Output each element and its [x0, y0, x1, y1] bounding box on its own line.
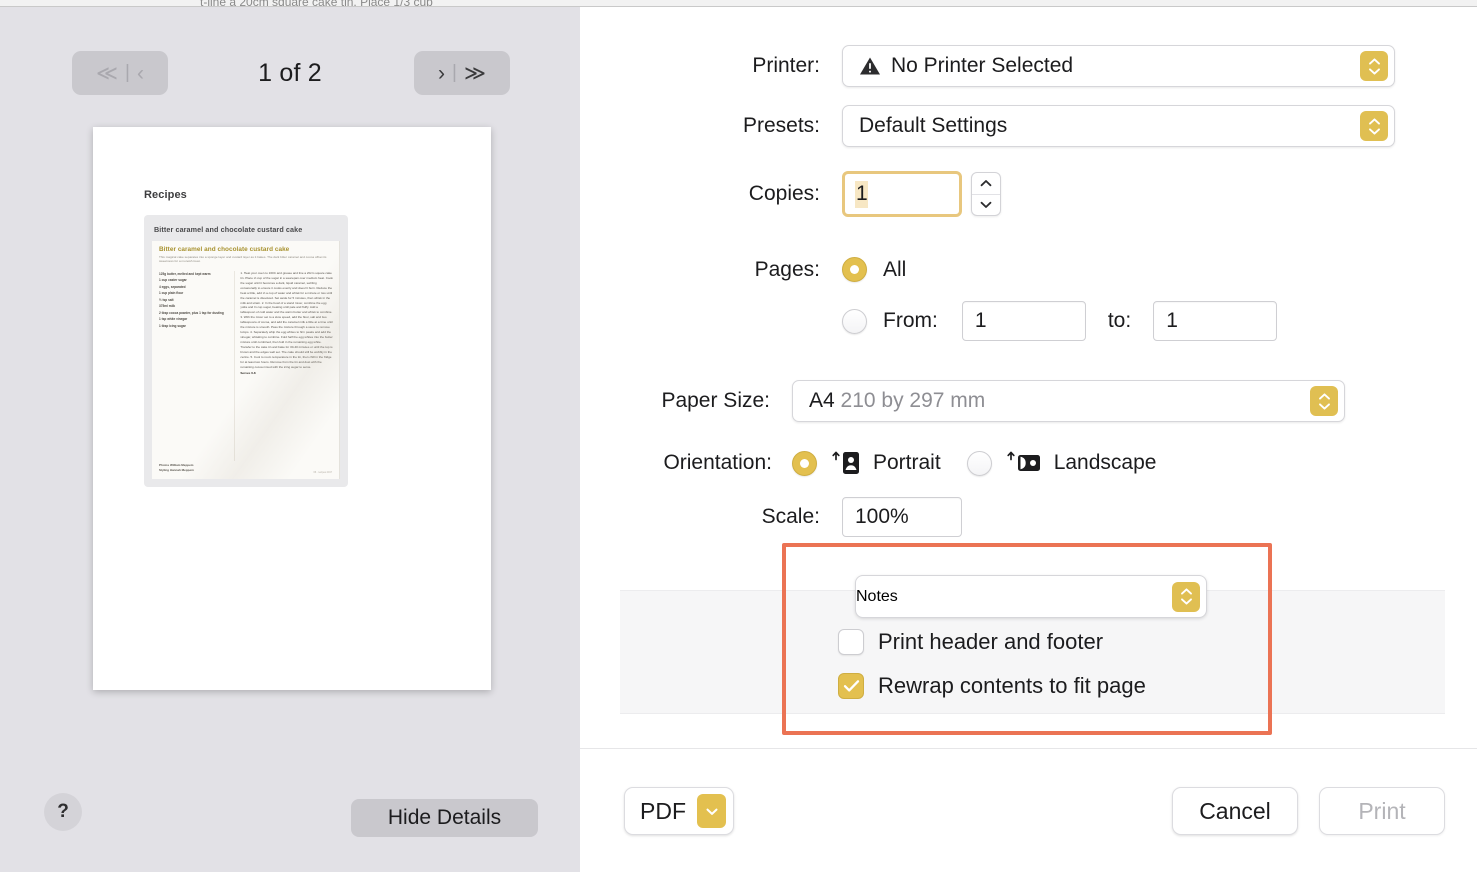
pages-from-value: 1	[974, 309, 987, 332]
paper-size-dims: 210 by 297 mm	[840, 389, 986, 412]
pages-all-label: All	[883, 257, 907, 281]
landscape-icon	[1006, 450, 1046, 476]
print-module-value: Notes	[856, 587, 898, 605]
paper-size-select[interactable]: A4 210 by 297 mm	[792, 380, 1345, 422]
copies-stepper-down-icon[interactable]	[972, 195, 1000, 216]
scan-page-credit: 66 · recipes 2017	[313, 471, 332, 474]
orientation-portrait-label: Portrait	[873, 451, 941, 474]
rewrap-contents-label: Rewrap contents to fit page	[878, 673, 1146, 698]
preview-scan-image: Bitter caramel and chocolate custard cak…	[152, 241, 340, 479]
copies-stepper-up-icon[interactable]	[972, 173, 1000, 194]
preview-card-title: Bitter caramel and chocolate custard cak…	[154, 225, 303, 234]
scan-ingredient-item: 1 tbsp icing sugar	[159, 323, 186, 328]
rewrap-contents-row[interactable]: Rewrap contents to fit page	[838, 673, 1146, 699]
copies-value: 1	[855, 180, 868, 208]
presets-value: Default Settings	[859, 114, 1008, 137]
warning-triangle-icon	[859, 56, 881, 76]
print-header-footer-row[interactable]: Print header and footer	[838, 629, 1103, 655]
scan-serves: Serves 6-8	[240, 371, 256, 376]
footer-divider	[580, 748, 1477, 749]
orientation-landscape-label: Landscape	[1053, 451, 1157, 474]
pages-all-radio[interactable]	[842, 257, 867, 282]
copies-input[interactable]: 1	[842, 171, 962, 217]
printer-label: Printer:	[752, 54, 820, 77]
pages-from-label: From:	[883, 309, 938, 332]
hide-details-button[interactable]: Hide Details	[351, 799, 538, 837]
preview-document-title: Recipes	[144, 189, 187, 201]
pdf-button[interactable]: PDF	[624, 787, 734, 835]
portrait-icon	[831, 450, 865, 476]
rewrap-contents-checkbox[interactable]	[838, 673, 864, 699]
pdf-button-label: PDF	[640, 797, 686, 824]
copies-label: Copies:	[748, 182, 820, 205]
scan-columns: 125g butter, melted and kept warm 1 cup c…	[159, 271, 333, 461]
background-window-sliver: t-line a 20cm square cake tin. Place 1/3…	[0, 0, 1477, 7]
scan-credits: Photos William Meppem Styling Hannah Mep…	[159, 463, 194, 473]
orientation-landscape-radio[interactable]	[966, 450, 992, 476]
scan-method-text: 1. Heat your oven to 160C and grease and…	[240, 271, 333, 369]
paper-size-value: A4 210 by 297 mm	[793, 389, 985, 413]
print-button[interactable]: Print	[1319, 787, 1445, 835]
print-dialog: t-line a 20cm square cake tin. Place 1/3…	[0, 0, 1477, 872]
background-window-text: t-line a 20cm square cake tin. Place 1/3…	[200, 0, 433, 7]
module-chevron-updown-icon[interactable]	[1172, 581, 1200, 612]
copies-stepper[interactable]	[971, 172, 1001, 216]
printer-select[interactable]: No Printer Selected	[842, 45, 1395, 87]
paper-size-label: Paper Size:	[661, 389, 770, 412]
paper-size-chevron-updown-icon[interactable]	[1310, 386, 1338, 416]
pdf-chevron-down-icon[interactable]	[697, 794, 726, 828]
pages-to-input[interactable]: 1	[1153, 301, 1278, 341]
scale-label: Scale:	[761, 505, 820, 528]
pager-forward-group[interactable]: › | ≫	[414, 51, 510, 95]
paper-size-name: A4	[809, 389, 835, 412]
chevron-right-icon[interactable]: ›	[431, 63, 452, 84]
scan-intro: This magical cake separates into a spong…	[159, 255, 327, 264]
cancel-button[interactable]: Cancel	[1172, 787, 1298, 835]
orientation-portrait-radio[interactable]	[792, 450, 817, 476]
print-module-select[interactable]: Notes	[855, 575, 1207, 618]
pages-to-value: 1	[1166, 309, 1178, 332]
print-header-footer-label: Print header and footer	[878, 629, 1104, 654]
help-button[interactable]: ?	[44, 793, 82, 831]
presets-label: Presets:	[742, 114, 820, 137]
scan-method-column: 1. Heat your oven to 160C and grease and…	[234, 271, 333, 461]
scan-styling-credit: Styling Hannah Meppem	[159, 468, 194, 473]
printer-chevron-updown-icon[interactable]	[1360, 51, 1388, 81]
presets-select[interactable]: Default Settings	[842, 105, 1395, 147]
preview-pager: ≪ | ‹ 1 of 2 › | ≫	[0, 51, 580, 95]
printer-value: No Printer Selected	[891, 54, 1074, 77]
scale-input[interactable]: 100%	[842, 497, 962, 537]
presets-chevron-updown-icon[interactable]	[1360, 111, 1388, 141]
print-header-footer-checkbox[interactable]	[838, 629, 864, 655]
print-settings-panel: Printer: No Printer Selected Presets: De…	[580, 7, 1477, 872]
pages-range-radio[interactable]	[842, 308, 867, 334]
scale-value: 100%	[855, 505, 909, 528]
pages-label: Pages:	[754, 257, 820, 281]
preview-recipe-card: Bitter caramel and chocolate custard cak…	[144, 215, 348, 487]
scan-ingredient-list: 125g butter, melted and kept warm 1 cup c…	[159, 271, 227, 329]
orientation-label: Orientation:	[663, 451, 772, 474]
scan-heading: Bitter caramel and chocolate custard cak…	[159, 246, 290, 253]
pages-to-label: to:	[1107, 309, 1132, 332]
chevron-double-right-icon[interactable]: ≫	[457, 63, 493, 84]
scan-ingredients-column: 125g butter, melted and kept warm 1 cup c…	[159, 271, 227, 461]
page-preview[interactable]: Recipes Bitter caramel and chocolate cus…	[93, 127, 491, 690]
preview-sidebar: ≪ | ‹ 1 of 2 › | ≫ Recipes Bitter carame…	[0, 7, 580, 872]
pages-from-input[interactable]: 1	[961, 301, 1086, 341]
